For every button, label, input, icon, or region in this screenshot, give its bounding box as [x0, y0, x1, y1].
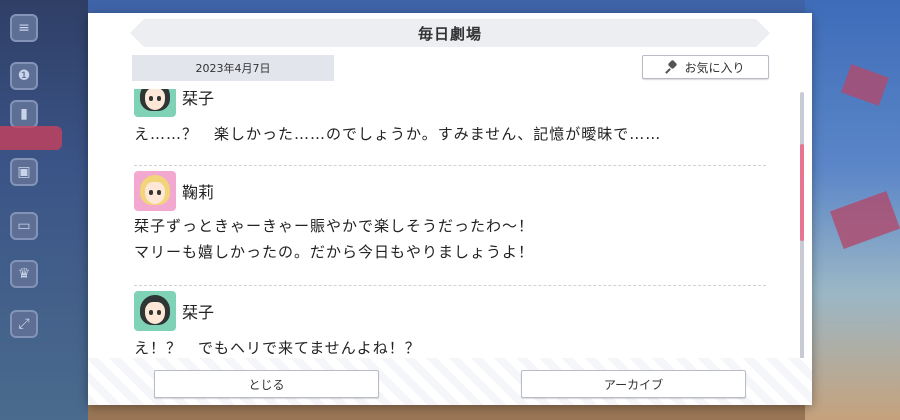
avatar-eye	[149, 310, 153, 315]
chat-icon: ❶	[10, 62, 38, 90]
close-button-label: とじる	[248, 377, 285, 392]
dialog-title-bar: 毎日劇場	[130, 19, 770, 47]
avatar-eye	[149, 96, 153, 101]
dialog-title: 毎日劇場	[417, 24, 482, 43]
avatar	[134, 291, 176, 331]
trophy-icon: ♛	[10, 260, 38, 288]
dialogue-entry: 栞子 え……？ 楽しかった……のでしょうか。すみません、記憶が曖昧で……	[134, 89, 766, 147]
screen-icon: ▭	[10, 212, 38, 240]
event-banner	[0, 126, 62, 150]
close-button[interactable]: とじる	[154, 370, 379, 398]
favorite-button[interactable]: お気に入り	[642, 55, 769, 79]
dialogue-scroll-area[interactable]: 栞子 え……？ 楽しかった……のでしょうか。すみません、記憶が曖昧で…… 鞠莉 …	[134, 89, 766, 363]
favorite-button-label: お気に入り	[684, 60, 745, 75]
dialogue-line: え……？ 楽しかった……のでしょうか。すみません、記憶が曖昧で……	[134, 125, 662, 143]
dialogue-line: マリーも嬉しかったの。だから今日もやりましょうよ！	[134, 243, 535, 261]
menu-icon: ≡	[10, 14, 38, 42]
avatar-eye	[149, 190, 153, 195]
speaker-name: 鞠莉	[182, 183, 215, 202]
speaker-name: 栞子	[182, 303, 215, 322]
dialogue-line: 栞子ずっときゃーきゃー賑やかで楽しそうだったわ～！	[134, 217, 535, 235]
avatar	[134, 89, 176, 117]
scrollbar-thumb[interactable]	[800, 143, 804, 242]
daily-theater-dialog: 毎日劇場 2023年4月7日 お気に入り 栞子 え……？ 楽しかった……のでしょ…	[88, 13, 812, 405]
avatar-eye	[157, 96, 161, 101]
background-left-menu: ≡ ❶ ▮ ▣ ▭ ♛ ⤢	[0, 0, 88, 420]
divider	[134, 165, 766, 166]
background-tile	[841, 64, 889, 106]
avatar-face	[145, 89, 165, 110]
expand-icon: ⤢	[10, 310, 38, 338]
gift-icon: ▣	[10, 158, 38, 186]
archive-button-label: アーカイブ	[603, 377, 664, 392]
archive-button[interactable]: アーカイブ	[521, 370, 746, 398]
background-right-scene	[805, 0, 900, 420]
date-label: 2023年4月7日	[132, 55, 334, 81]
dialogue-entry: 栞子 え！？ でもヘリで来てませんよね！？	[134, 291, 766, 361]
background-tile	[829, 190, 900, 250]
book-icon: ▮	[10, 100, 38, 128]
speaker-row: 栞子	[134, 291, 766, 331]
dialogue-entry: 鞠莉 栞子ずっときゃーきゃー賑やかで楽しそうだったわ～！ マリーも嬉しかったの。…	[134, 171, 766, 265]
speaker-row: 栞子	[134, 89, 766, 117]
speaker-name: 栞子	[182, 89, 215, 108]
pin-icon	[666, 61, 678, 73]
divider	[134, 285, 766, 286]
avatar-eye	[157, 310, 161, 315]
avatar-eye	[157, 190, 161, 195]
avatar-face	[145, 302, 165, 324]
scrollbar[interactable]	[800, 92, 804, 362]
speaker-row: 鞠莉	[134, 171, 766, 211]
avatar	[134, 171, 176, 211]
avatar-face	[145, 182, 165, 204]
